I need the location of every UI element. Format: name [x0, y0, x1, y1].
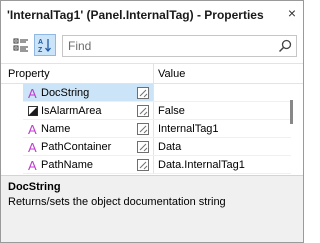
search-icon[interactable]: [278, 39, 292, 53]
categorized-icon: [13, 38, 28, 52]
edit-icon[interactable]: [137, 159, 149, 171]
description-title: DocString: [8, 181, 61, 193]
title-bar[interactable]: 'InternalTag1' (Panel.InternalTag) - Pro…: [1, 1, 303, 27]
toolbar: A Z: [1, 29, 303, 63]
edit-icon[interactable]: [137, 87, 149, 99]
property-rows: A DocString IsAlarmArea False A Name Int…: [1, 84, 291, 176]
window-title: 'InternalTag1' (Panel.InternalTag) - Pro…: [7, 8, 264, 22]
properties-window: 'InternalTag1' (Panel.InternalTag) - Pro…: [0, 0, 304, 243]
property-value[interactable]: Data.InternalTag1: [158, 159, 245, 171]
scrollbar-thumb[interactable]: [290, 100, 293, 124]
search-box[interactable]: [62, 35, 297, 57]
property-row-name[interactable]: A Name InternalTag1: [1, 120, 291, 138]
property-name: Name: [41, 123, 71, 135]
property-value[interactable]: InternalTag1: [158, 123, 219, 135]
property-name-cell[interactable]: A DocString: [23, 84, 153, 102]
column-divider: [153, 84, 154, 102]
svg-text:A: A: [28, 86, 37, 100]
column-divider: [153, 120, 154, 138]
boolean-type-icon: [28, 106, 38, 116]
string-type-icon: A: [28, 86, 37, 100]
svg-text:A: A: [28, 122, 37, 136]
property-name-cell[interactable]: IsAlarmArea: [23, 102, 153, 120]
edit-icon[interactable]: [137, 123, 149, 135]
svg-text:A: A: [28, 140, 37, 154]
property-row-isalarmarea[interactable]: IsAlarmArea False: [1, 102, 291, 120]
grid-header: Property Value: [1, 64, 303, 84]
column-divider: [153, 138, 154, 156]
column-header-value[interactable]: Value: [158, 68, 185, 80]
column-divider: [153, 102, 154, 120]
sort-az-icon: A Z: [38, 39, 51, 53]
string-type-icon: A: [28, 122, 37, 136]
description-text: Returns/sets the object documentation st…: [8, 196, 226, 208]
svg-text:A: A: [28, 158, 37, 172]
property-name: DocString: [41, 87, 90, 99]
row-divider: [23, 173, 291, 174]
property-value[interactable]: Data: [158, 141, 181, 153]
svg-text:Z: Z: [38, 47, 43, 53]
alphabetical-sort-button[interactable]: A Z: [34, 34, 56, 56]
vertical-scrollbar[interactable]: [287, 84, 296, 176]
edit-icon[interactable]: [137, 105, 149, 117]
property-grid: Property Value A DocString IsAlarmArea F…: [1, 63, 303, 176]
svg-text:A: A: [38, 39, 43, 46]
property-name-cell[interactable]: A PathContainer: [23, 138, 153, 156]
search-input[interactable]: [68, 39, 268, 53]
property-name: PathName: [41, 159, 93, 171]
property-value[interactable]: False: [158, 105, 185, 117]
description-panel: DocString Returns/sets the object docume…: [1, 176, 303, 242]
column-divider[interactable]: [153, 64, 154, 83]
column-divider: [153, 156, 154, 174]
column-header-property[interactable]: Property: [8, 68, 50, 80]
property-name-cell[interactable]: A Name: [23, 120, 153, 138]
categorized-view-button[interactable]: [10, 34, 32, 56]
property-name-cell[interactable]: A PathName: [23, 156, 153, 174]
property-row-pathname[interactable]: A PathName Data.InternalTag1: [1, 156, 291, 174]
string-type-icon: A: [28, 158, 37, 172]
property-row-docstring[interactable]: A DocString: [1, 84, 291, 102]
close-button[interactable]: ×: [284, 5, 300, 21]
edit-icon[interactable]: [137, 141, 149, 153]
property-row-pathcontainer[interactable]: A PathContainer Data: [1, 138, 291, 156]
property-name: PathContainer: [41, 141, 112, 153]
string-type-icon: A: [28, 140, 37, 154]
property-name: IsAlarmArea: [41, 105, 102, 117]
